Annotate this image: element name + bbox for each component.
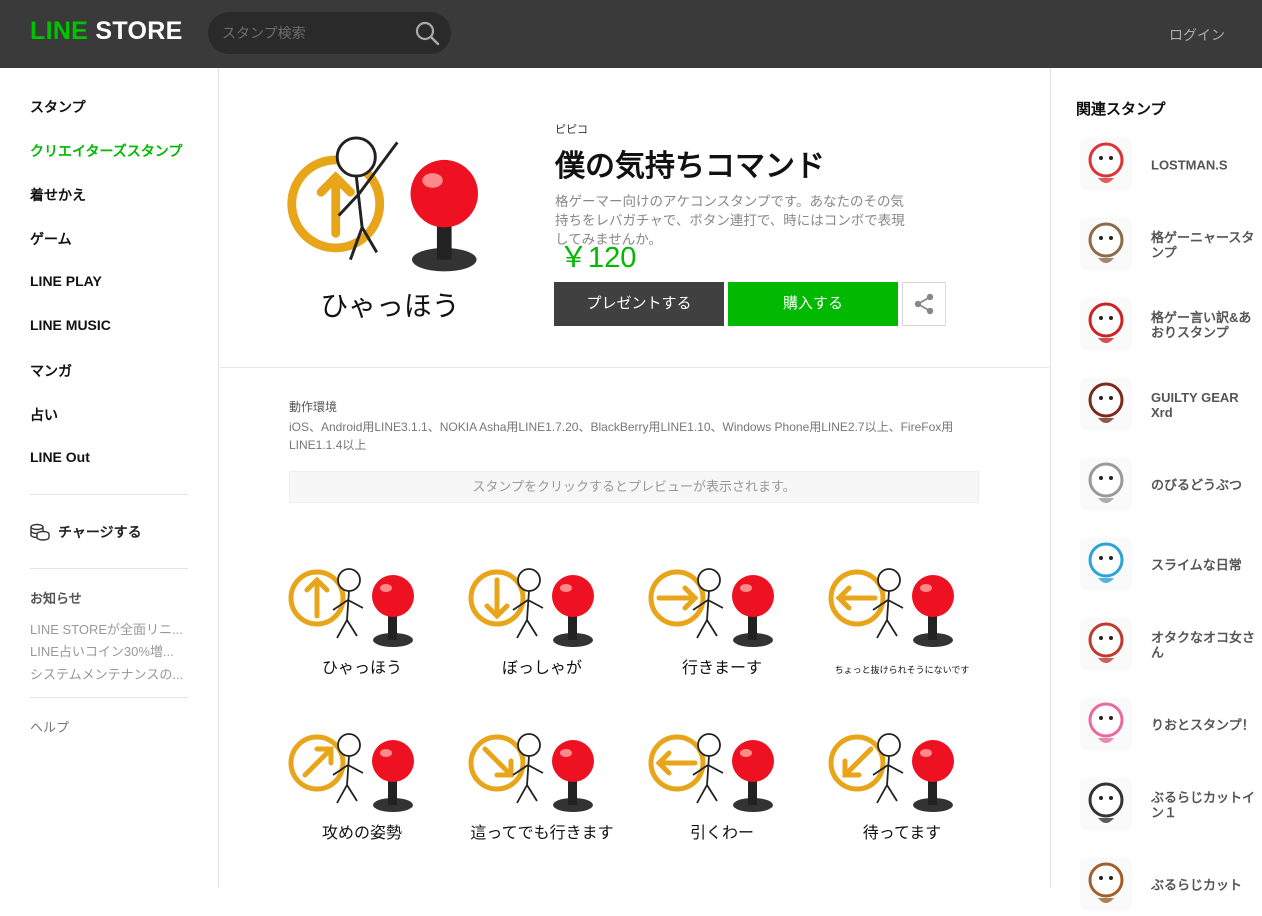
sticker-item[interactable]: ぼっしゃが	[467, 538, 617, 688]
sticker-image: 引くわー	[648, 733, 774, 842]
present-button[interactable]: プレゼントする	[554, 282, 724, 326]
sticker-caption: 引くわー	[690, 823, 754, 842]
login-link[interactable]: ログイン	[1169, 25, 1225, 45]
product-title: 僕の気持ちコマンド	[555, 150, 825, 183]
sticker-item[interactable]: 攻めの姿勢	[287, 703, 437, 853]
coins-icon	[30, 523, 50, 541]
related-name: 格ゲーニャースタンプ	[1151, 230, 1255, 260]
related-item[interactable]: GUILTY GEAR Xrd	[1076, 374, 1261, 436]
related-name: のびるどうぶつ	[1151, 477, 1243, 493]
related-item[interactable]: ぶるらじカットイン１	[1076, 774, 1261, 836]
related-item[interactable]: オタクなオコ女さん	[1076, 614, 1261, 676]
sticker-caption: 待ってます	[863, 823, 941, 842]
nav-line-play[interactable]: LINE PLAY	[30, 273, 102, 289]
sticker-image: 攻めの姿勢	[288, 733, 414, 842]
sticker-item[interactable]: ちょっと抜けられそうにないです	[827, 538, 977, 688]
sticker-caption: ちょっと抜けられそうにないです	[835, 664, 970, 676]
sidebar-divider	[30, 494, 188, 495]
related-thumbnail	[1080, 138, 1132, 190]
logo-store-text: STORE	[95, 17, 183, 45]
search-input[interactable]	[222, 21, 402, 45]
notice-item[interactable]: LINE占いコイン30%増...	[30, 641, 190, 660]
related-name: GUILTY GEAR Xrd	[1151, 390, 1239, 420]
sidebar-divider	[30, 568, 188, 569]
notice-item[interactable]: LINE STOREが全面リニ...	[30, 619, 190, 638]
charge-button[interactable]: チャージする	[30, 522, 142, 542]
related-thumbnail	[1080, 458, 1132, 510]
main-sticker-caption: ひゃっほう	[320, 289, 459, 322]
related-sidebar: 関連スタンプ LOSTMAN.S 格ゲーニャースタンプ 格ゲー言い訳&あおりスタンプ…	[1050, 68, 1262, 910]
sticker-image: 這ってでも行きます	[468, 733, 614, 842]
sticker-caption: ぼっしゃが	[502, 658, 582, 677]
related-item[interactable]: 格ゲー言い訳&あおりスタンプ	[1076, 294, 1261, 356]
line-store-logo[interactable]: LINE STORE	[30, 17, 183, 46]
nav-creators-stamps[interactable]: クリエイターズスタンプ	[30, 141, 182, 161]
share-button[interactable]	[902, 282, 946, 326]
related-name: LOSTMAN.S	[1151, 157, 1228, 173]
related-thumbnail	[1080, 378, 1132, 430]
environment-title: 動作環境	[289, 400, 338, 414]
sticker-image: 待ってます	[828, 733, 954, 842]
charge-label: チャージする	[58, 524, 142, 540]
related-name: スライムな日常	[1151, 557, 1242, 573]
sticker-image: 行きまーす	[648, 568, 774, 677]
sticker-item[interactable]: 引くわー	[647, 703, 797, 853]
main-content: ひゃっほう ピピコ 僕の気持ちコマンド 格ゲーマー向けのアケコンスタンプです。あ…	[220, 68, 1050, 888]
sticker-image: ひゃっほう	[288, 568, 414, 677]
related-thumbnail	[1080, 618, 1132, 670]
related-item[interactable]: 格ゲーニャースタンプ	[1076, 214, 1261, 276]
related-thumbnail	[1080, 218, 1132, 270]
notice-item[interactable]: システムメンテナンスの...	[30, 664, 190, 683]
related-name: 格ゲー言い訳&あおりスタンプ	[1151, 310, 1252, 340]
environment-text: iOS、Android用LINE3.1.1、NOKIA Asha用LINE1.7…	[289, 420, 954, 452]
nav-games[interactable]: ゲーム	[30, 229, 72, 249]
nav-stamps[interactable]: スタンプ	[30, 97, 86, 117]
notice-title: お知らせ	[30, 591, 82, 606]
sticker-caption: 攻めの姿勢	[322, 823, 402, 842]
related-thumbnail	[1080, 858, 1132, 910]
header: LINE STORE ログイン	[0, 0, 1262, 68]
sticker-item[interactable]: ひゃっほう	[287, 538, 437, 688]
left-sidebar: スタンプ クリエイターズスタンプ 着せかえ ゲーム LINE PLAY LINE…	[0, 68, 219, 888]
sticker-item[interactable]: 這ってでも行きます	[467, 703, 617, 853]
related-item[interactable]: のびるどうぶつ	[1076, 454, 1261, 516]
main-sticker-image: ひゃっほう	[287, 136, 478, 322]
help-link[interactable]: ヘルプ	[30, 717, 69, 736]
sticker-caption: 這ってでも行きます	[470, 823, 613, 842]
nav-line-out[interactable]: LINE Out	[30, 449, 90, 465]
product-price: ￥120	[559, 242, 637, 274]
related-title: 関連スタンプ	[1076, 101, 1166, 118]
related-thumbnail	[1080, 298, 1132, 350]
logo-line-text: LINE	[30, 17, 89, 45]
nav-fortune[interactable]: 占い	[30, 405, 58, 425]
related-thumbnail	[1080, 538, 1132, 590]
preview-hint: スタンプをクリックするとプレビューが表示されます。	[289, 471, 979, 503]
sidebar-divider	[30, 697, 188, 698]
nav-themes[interactable]: 着せかえ	[30, 185, 86, 205]
related-name: オタクなオコ女さん	[1151, 630, 1256, 660]
sticker-image: ちょっと抜けられそうにないです	[828, 568, 970, 676]
sticker-caption: 行きまーす	[682, 658, 762, 677]
nav-line-music[interactable]: LINE MUSIC	[30, 317, 111, 333]
related-item[interactable]: スライムな日常	[1076, 534, 1261, 596]
related-item[interactable]: ぶるらじカット	[1076, 854, 1261, 916]
nav-manga[interactable]: マンガ	[30, 361, 72, 381]
search-icon[interactable]	[414, 20, 440, 46]
related-name: ぶるらじカットイン１	[1151, 790, 1256, 820]
sticker-item[interactable]: 行きまーす	[647, 538, 797, 688]
share-icon	[914, 293, 934, 315]
related-thumbnail	[1080, 698, 1132, 750]
related-item[interactable]: LOSTMAN.S	[1076, 134, 1261, 196]
related-item[interactable]: りおとスタンプ！	[1076, 694, 1261, 756]
sticker-image: ぼっしゃが	[468, 568, 594, 677]
sticker-caption: ひゃっほう	[322, 658, 402, 677]
related-name: りおとスタンプ！	[1151, 717, 1255, 733]
related-name: ぶるらじカット	[1151, 877, 1243, 893]
related-thumbnail	[1080, 778, 1132, 830]
author-name[interactable]: ピピコ	[555, 121, 588, 137]
buy-button[interactable]: 購入する	[728, 282, 898, 326]
product-header: ひゃっほう ピピコ 僕の気持ちコマンド 格ゲーマー向けのアケコンスタンプです。あ…	[220, 68, 1050, 368]
sticker-item[interactable]: 待ってます	[827, 703, 977, 853]
